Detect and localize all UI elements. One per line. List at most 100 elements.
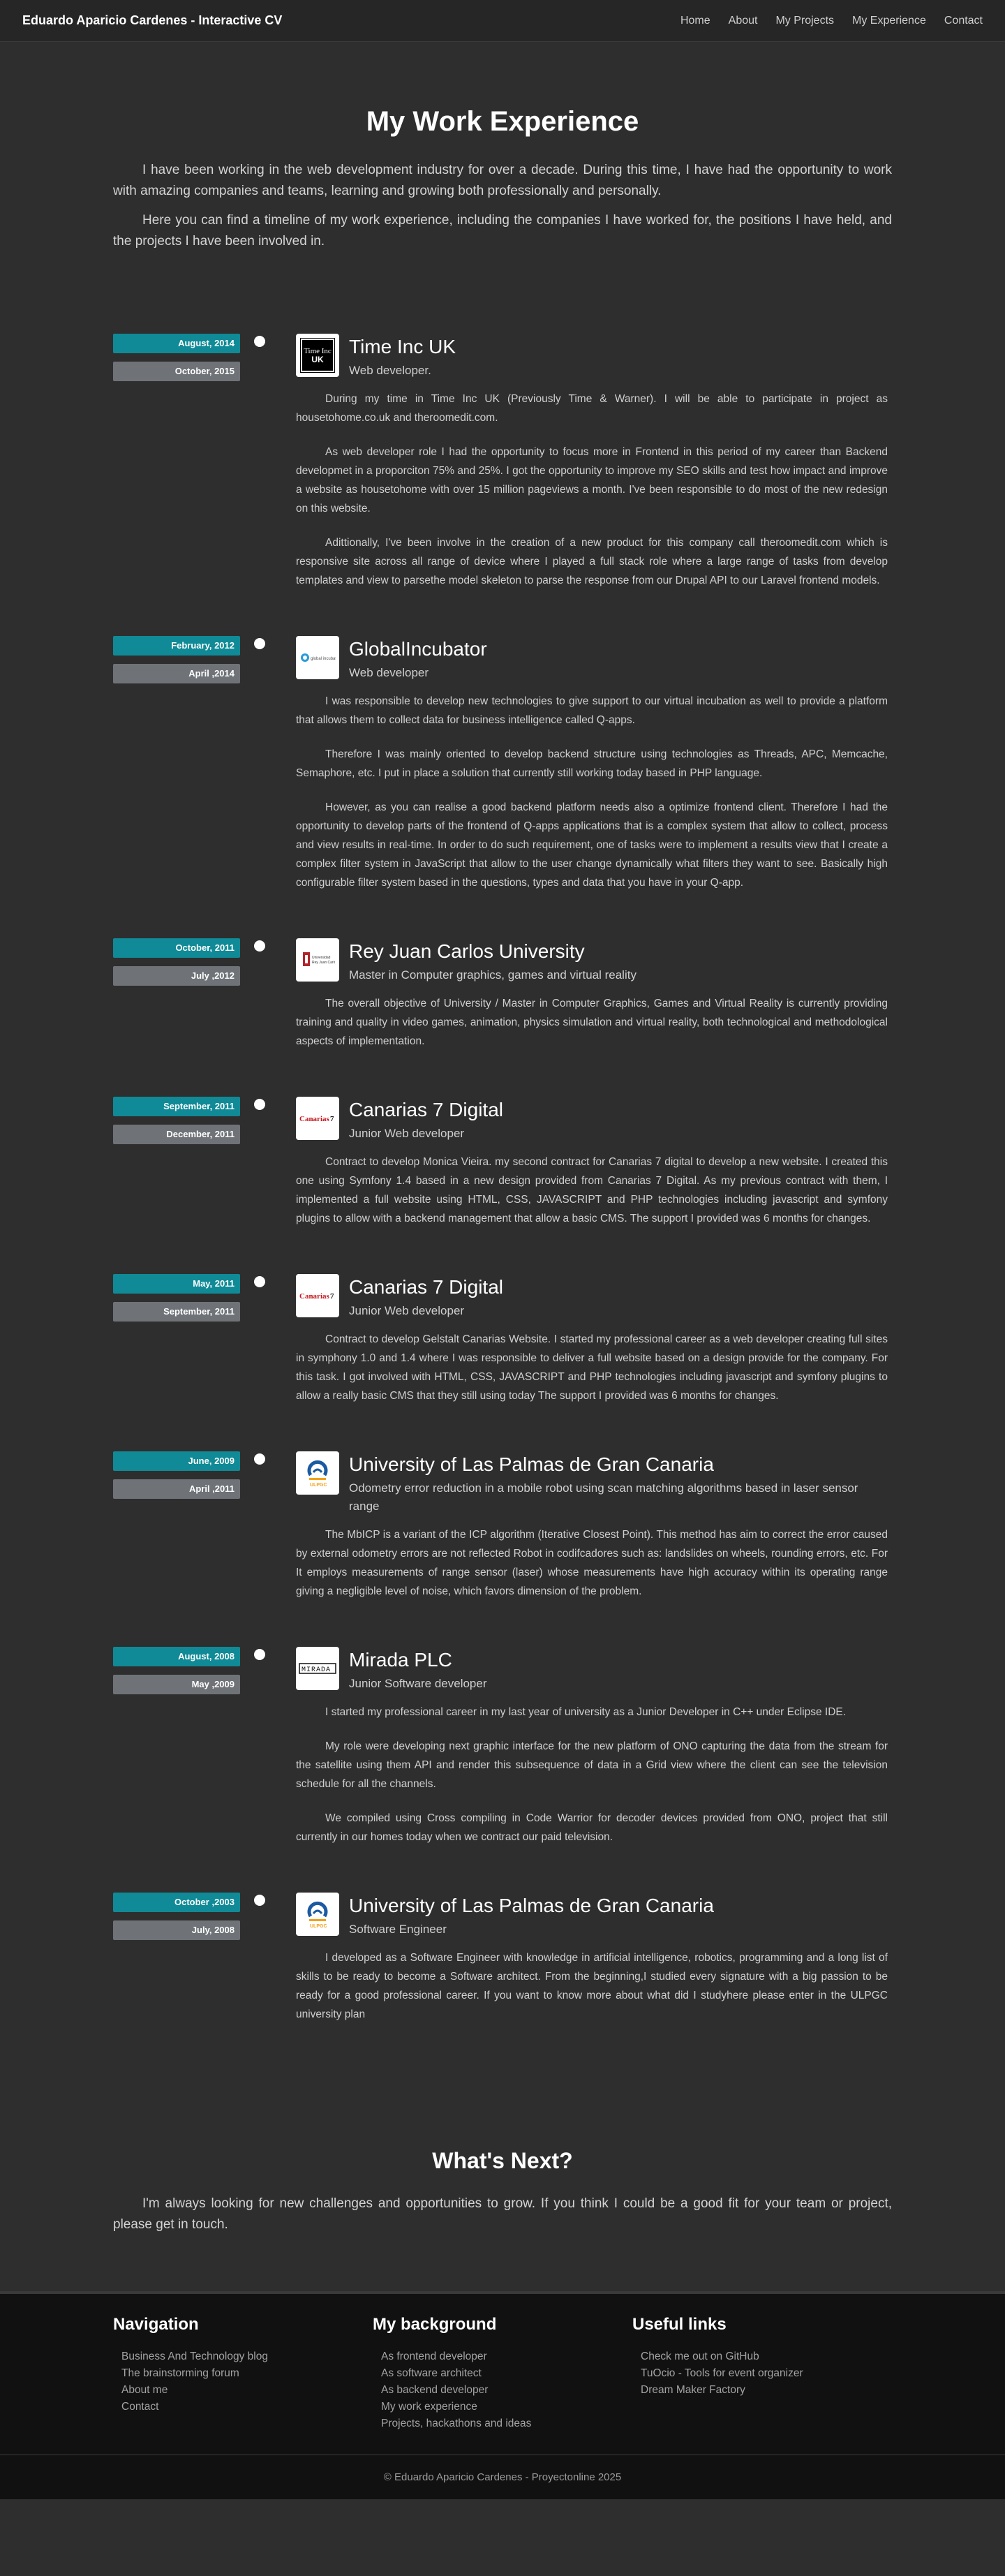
timeline-dot [254,1099,265,1110]
experience-content: Canarias 7 Canarias 7 Digital Junior Web … [296,1097,888,1243]
timeline-entry: October, 2011 July ,2012 Universidad Rey … [113,938,892,1066]
intro-text: I have been working in the web developme… [113,160,892,252]
footer-link[interactable]: Projects, hackathons and ideas [381,2415,632,2432]
end-date-badge: December, 2011 [113,1125,240,1144]
experience-description: I started my professional career in my l… [296,1703,888,1846]
start-date-badge: September, 2011 [113,1097,240,1116]
timeline-marker [240,1893,296,2039]
experience-paragraph: Contract to develop Monica Vieira. my se… [296,1156,888,1224]
urjc-logo: UniversidadRey Juan Carlos [296,938,339,982]
footer-column-title: Navigation [113,2315,199,2334]
footer-link[interactable]: Check me out on GitHub [641,2348,892,2365]
nav-link-contact[interactable]: Contact [944,15,983,27]
experience-paragraph: Contract to develop Gelstalt Canarias We… [296,1333,888,1402]
canarias7-logo: Canarias 7 [296,1274,339,1317]
experience-content: Canarias 7 Canarias 7 Digital Junior Web … [296,1274,888,1421]
timeline-marker [240,334,296,605]
experience-header: MIRADA Mirada PLC Junior Software develo… [296,1647,888,1693]
footer-link[interactable]: The brainstorming forum [121,2365,373,2382]
start-date-badge: August, 2014 [113,334,240,353]
hero-section: My Work Experience I have been working i… [113,42,892,252]
job-role: Junior Software developer [349,1677,487,1690]
footer-link[interactable]: TuOcio - Tools for event organizer [641,2365,892,2382]
start-date-badge: October ,2003 [113,1893,240,1912]
intro-paragraph: Here you can find a timeline of my work … [113,213,892,249]
company-name: University of Las Palmas de Gran Canaria [349,1453,714,1475]
nav-link-home[interactable]: Home [680,15,710,27]
nav-link-experience[interactable]: My Experience [852,15,926,27]
timeline-dot [254,1276,265,1287]
experience-description: Contract to develop Gelstalt Canarias We… [296,1330,888,1405]
date-range: February, 2012 April ,2014 [113,636,240,908]
experience-paragraph: The MbICP is a variant of the ICP algori… [296,1529,888,1597]
experience-header: Canarias 7 Canarias 7 Digital Junior Web … [296,1097,888,1143]
timeline-dot [254,940,265,952]
experience-header: ULPGC University of Las Palmas de Gran C… [296,1893,888,1939]
top-navbar: Eduardo Aparicio Cardenes - Interactive … [0,0,1005,42]
svg-text:Rey Juan Carlos: Rey Juan Carlos [312,961,335,965]
experience-paragraph: I started my professional career in my l… [325,1706,847,1718]
company-name: Time Inc UK [349,336,456,357]
footer-link[interactable]: My work experience [381,2399,632,2415]
footer-link[interactable]: About me [121,2382,373,2399]
company-name: Canarias 7 Digital [349,1276,503,1298]
nav-link-about[interactable]: About [729,15,758,27]
whats-next-title: What's Next? [432,2148,573,2173]
timeline-entry: September, 2011 December, 2011 Canarias 7… [113,1097,892,1243]
timeline-entry: August, 2014 October, 2015 Time Inc UK Ti… [113,334,892,605]
svg-text:7: 7 [330,1292,334,1301]
date-range: August, 2014 October, 2015 [113,334,240,605]
footer-column-title: My background [373,2315,497,2334]
job-role: Master in Computer graphics, games and v… [349,968,636,982]
footer-link[interactable]: Business And Technology blog [121,2348,373,2365]
footer-link[interactable]: Dream Maker Factory [641,2382,892,2399]
footer-link[interactable]: As frontend developer [381,2348,632,2365]
company-name: Canarias 7 Digital [349,1099,503,1120]
date-range: August, 2008 May ,2009 [113,1647,240,1862]
date-range: September, 2011 December, 2011 [113,1097,240,1243]
footer-link[interactable]: As software architect [381,2365,632,2382]
company-name: GlobalIncubator [349,638,487,660]
nav-link-projects[interactable]: My Projects [775,15,834,27]
experience-header: global incubator GlobalIncubator Web dev… [296,636,888,682]
end-date-badge: May ,2009 [113,1675,240,1694]
experience-content: Time Inc UK Time Inc UK Web developer. Du… [296,334,888,605]
timeline-marker [240,1274,296,1421]
ulpgc-logo: ULPGC [296,1893,339,1936]
end-date-badge: October, 2015 [113,362,240,381]
experience-paragraph: As web developer role I had the opportun… [296,446,888,515]
timeline-marker [240,938,296,1066]
experience-header: Canarias 7 Canarias 7 Digital Junior Web … [296,1274,888,1320]
start-date-badge: October, 2011 [113,938,240,958]
timeline-marker [240,636,296,908]
site-brand[interactable]: Eduardo Aparicio Cardenes - Interactive … [22,13,282,28]
timeinc-logo: Time Inc UK [296,334,339,377]
experience-content: ULPGC University of Las Palmas de Gran C… [296,1893,888,2039]
timeline-entry: August, 2008 May ,2009 MIRADA Mirada PLC… [113,1647,892,1862]
svg-text:ULPGC: ULPGC [310,1924,327,1929]
copyright: © Eduardo Aparicio Cardenes - Proyectonl… [0,2455,1005,2499]
page-title: My Work Experience [366,106,639,137]
job-role: Software Engineer [349,1923,447,1936]
whats-next-text: I'm always looking for new challenges an… [113,2196,892,2232]
mirada-logo: MIRADA [296,1647,339,1690]
footer-link[interactable]: As backend developer [381,2382,632,2399]
svg-text:7: 7 [330,1115,334,1123]
footer-column: Useful links Check me out on GitHub TuOcio… [632,2315,892,2455]
job-role: Odometry error reduction in a mobile rob… [349,1481,858,1513]
intro-paragraph: I have been working in the web developme… [113,163,892,198]
timeline-dot [254,1453,265,1465]
start-date-badge: February, 2012 [113,636,240,656]
svg-text:global incubator: global incubator [311,657,336,661]
experience-description: I developed as a Software Engineer with … [296,1948,888,2024]
svg-text:Universidad: Universidad [312,956,331,960]
end-date-badge: July ,2012 [113,966,240,986]
globalincubator-logo: global incubator [296,636,339,679]
footer-link[interactable]: Contact [121,2399,373,2415]
date-range: October ,2003 July, 2008 [113,1893,240,2039]
svg-text:Canarias: Canarias [299,1292,330,1301]
timeline-dot [254,638,265,649]
footer-link-list: Business And Technology blog The brainsto… [113,2348,373,2415]
date-range: May, 2011 September, 2011 [113,1274,240,1421]
experience-content: global incubator GlobalIncubator Web dev… [296,636,888,908]
